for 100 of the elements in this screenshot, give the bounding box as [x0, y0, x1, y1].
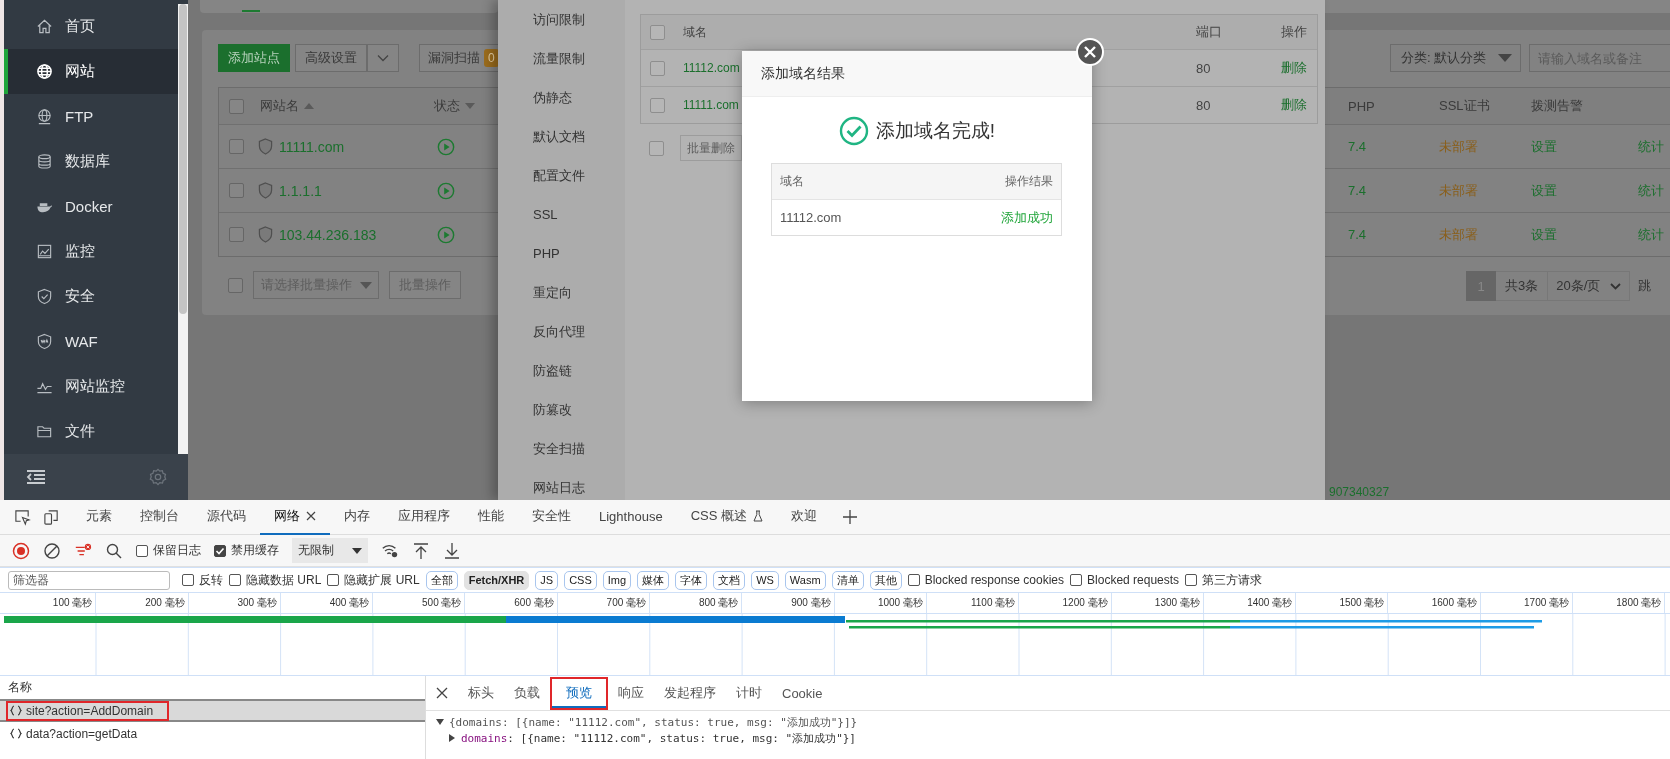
sidebar-item[interactable]: 网站监控	[4, 364, 178, 409]
devtools-tab[interactable]: 内存	[330, 499, 384, 535]
checkbox[interactable]	[650, 24, 665, 40]
expanded-triangle-icon[interactable]	[436, 718, 444, 726]
sidebar-item[interactable]: 监控	[4, 229, 178, 274]
checkbox[interactable]: Blocked requests	[1070, 573, 1180, 587]
sidebar-item[interactable]: WAF	[4, 319, 178, 364]
devtools-tab[interactable]: CSS 概述	[676, 499, 777, 535]
request-row[interactable]: data?action=getData	[0, 722, 425, 745]
sidebar-item[interactable]: FTP	[4, 94, 178, 139]
search-icon[interactable]	[105, 541, 123, 560]
download-icon[interactable]	[443, 541, 461, 560]
request-row[interactable]: site?action=AddDomain	[0, 699, 425, 722]
devtools-tab[interactable]: 欢迎	[776, 499, 831, 535]
device-icon[interactable]	[43, 508, 60, 526]
devtools-tab[interactable]: 控制台	[126, 499, 193, 535]
checkbox[interactable]	[229, 227, 244, 242]
menu-item[interactable]: 流量限制	[498, 39, 625, 78]
scrollbar[interactable]	[178, 4, 188, 454]
collapse-menu-icon[interactable]	[26, 468, 46, 486]
sort-up-icon[interactable]	[304, 103, 314, 109]
checkbox[interactable]	[650, 60, 665, 76]
devtools-tab[interactable]: Lighthouse	[585, 499, 677, 535]
sidebar-item[interactable]: Docker	[4, 184, 178, 229]
details-tab[interactable]: 计时	[726, 676, 772, 710]
devtools-tab[interactable]: 源代码	[193, 499, 260, 535]
menu-item[interactable]: 伪静态	[498, 78, 625, 117]
checkbox[interactable]	[228, 277, 243, 293]
sidebar-item[interactable]: 数据库	[4, 139, 178, 184]
menu-item[interactable]: 网站日志	[498, 468, 625, 500]
plus-icon[interactable]	[842, 510, 857, 524]
menu-item[interactable]: SSL	[498, 195, 625, 234]
details-tab[interactable]: 响应	[608, 676, 654, 710]
type-filter-button[interactable]: JS	[535, 570, 559, 590]
details-tab[interactable]: Cookie	[772, 676, 833, 710]
details-tab[interactable]: 发起程序	[654, 676, 726, 710]
collapsed-triangle-icon[interactable]	[448, 734, 456, 742]
button-label: 漏洞扫描	[428, 49, 480, 67]
checkbox[interactable]: 反转	[182, 571, 223, 589]
menu-item[interactable]: 默认文档	[498, 117, 625, 156]
time-tick-label: 300 毫秒	[237, 597, 277, 608]
menu-item[interactable]: PHP	[498, 234, 625, 273]
play-icon[interactable]	[437, 181, 455, 200]
checkbox[interactable]	[649, 140, 664, 156]
checkbox[interactable]: 隐藏扩展 URL	[327, 571, 420, 589]
details-tab[interactable]: 预览	[550, 676, 608, 710]
menu-item[interactable]: 访问限制	[498, 0, 625, 39]
checkbox[interactable]	[229, 98, 244, 114]
details-tab[interactable]: 负载	[504, 676, 550, 710]
checkbox[interactable]: Blocked response cookies	[907, 573, 1065, 587]
sidebar-item[interactable]: 文件	[4, 409, 178, 454]
type-filter-button[interactable]: WS	[751, 570, 779, 590]
checkbox[interactable]: 隐藏数据 URL	[229, 571, 322, 589]
sidebar-item[interactable]: 首页	[4, 4, 178, 49]
devtools-tab[interactable]: 元素	[72, 499, 126, 535]
checkbox[interactable]: 第三方请求	[1185, 571, 1263, 589]
menu-item[interactable]: 防盗链	[498, 351, 625, 390]
type-filter-button[interactable]: 其他	[869, 570, 902, 590]
clear-icon[interactable]	[43, 541, 61, 560]
filter-field[interactable]: 筛选器	[8, 570, 170, 590]
menu-item[interactable]: 配置文件	[498, 156, 625, 195]
devtools-tab[interactable]: 安全性	[518, 499, 585, 535]
menu-item[interactable]: 防篡改	[498, 390, 625, 429]
sidebar-item[interactable]: 安全	[4, 274, 178, 319]
result-cell: 添加成功	[1001, 208, 1053, 227]
type-filter-button[interactable]: 文档	[713, 570, 746, 590]
checkbox[interactable]	[229, 183, 244, 198]
play-icon[interactable]	[437, 225, 455, 244]
type-filter-button[interactable]: Fetch/XHR	[463, 570, 530, 590]
type-filter-button[interactable]: Wasm	[784, 570, 826, 590]
time-tick-label: 1500 毫秒	[1339, 597, 1385, 608]
devtools-tab[interactable]: 应用程序	[384, 499, 464, 535]
type-filter-button[interactable]: 媒体	[637, 570, 670, 590]
menu-item[interactable]: 重定向	[498, 273, 625, 312]
sidebar-item[interactable]: 网站	[4, 49, 178, 94]
inspect-icon[interactable]	[14, 508, 31, 526]
details-tab[interactable]: 标头	[458, 676, 504, 710]
checkbox[interactable]	[229, 139, 244, 154]
throttle-select[interactable]: 无限制	[292, 538, 368, 563]
upload-icon[interactable]	[412, 541, 430, 560]
type-filter-button[interactable]: 全部	[425, 570, 458, 590]
type-filter-button[interactable]: CSS	[564, 570, 597, 590]
play-icon[interactable]	[437, 137, 455, 156]
close-icon[interactable]	[436, 687, 448, 699]
dropdown-button[interactable]	[367, 44, 399, 72]
close-icon[interactable]	[306, 511, 316, 521]
checkbox[interactable]: 保留日志	[136, 542, 201, 559]
caret-down-icon[interactable]	[465, 103, 475, 109]
settings-icon[interactable]	[148, 468, 168, 486]
devtools-tab[interactable]: 性能	[464, 499, 518, 535]
time-tick-label: 1800 毫秒	[1616, 597, 1662, 608]
record-stop-icon[interactable]	[12, 541, 30, 560]
type-filter-button[interactable]: 字体	[675, 570, 708, 590]
type-filter-button[interactable]: 清单	[831, 570, 864, 590]
type-filter-button[interactable]: Img	[602, 570, 632, 590]
menu-item[interactable]: 安全扫描	[498, 429, 625, 468]
add-site-button[interactable]: 添加站点	[218, 44, 290, 72]
checkbox[interactable]: 禁用缓存	[214, 542, 279, 559]
menu-item[interactable]: 反向代理	[498, 312, 625, 351]
checkbox[interactable]	[650, 97, 665, 113]
